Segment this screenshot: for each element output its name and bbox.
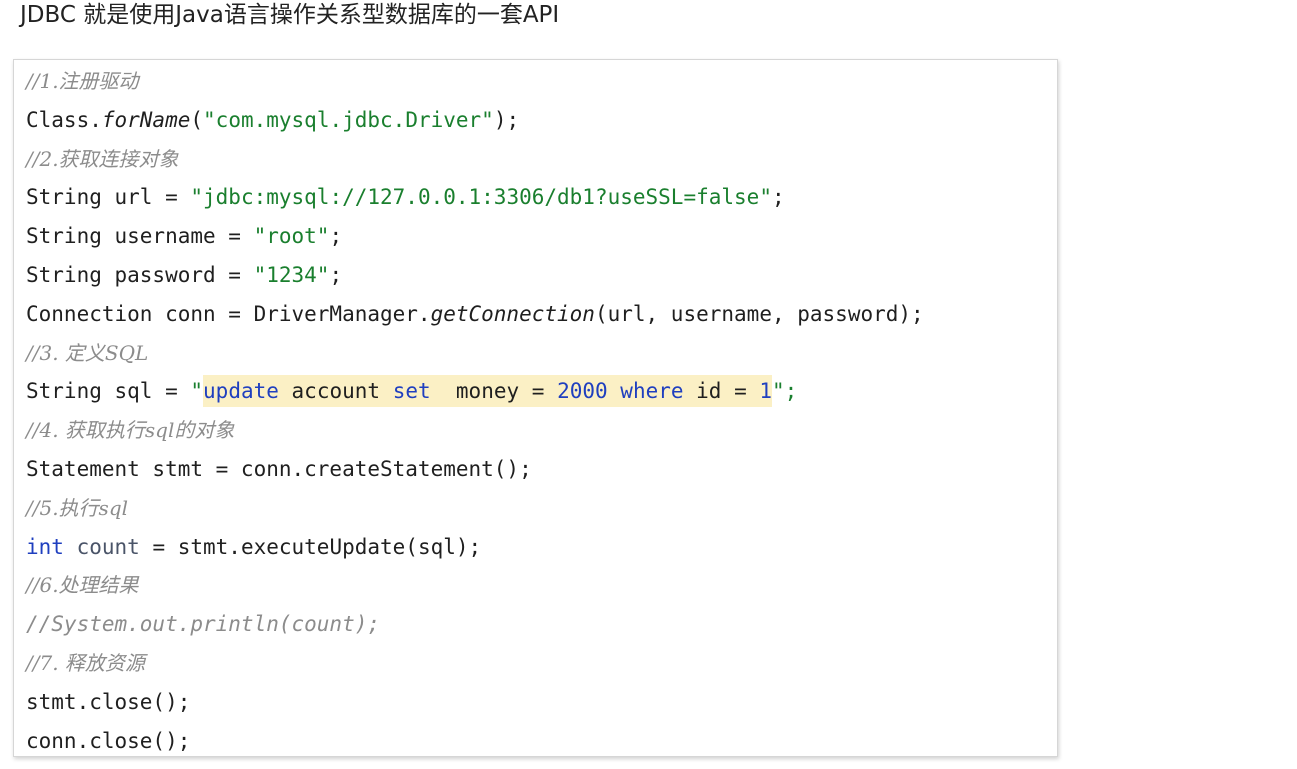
code-line-println: //System.out.println(count); (26, 605, 1057, 644)
code-line-comment-3: //3. 定义SQL (26, 334, 1057, 373)
code-line-username: String username = "root"; (26, 217, 1057, 256)
comment-register-driver: //1.注册驱动 (26, 69, 139, 93)
class-prefix: Class. (26, 107, 102, 132)
sql-money: money = (430, 379, 558, 404)
code-line-comment-1: //1.注册驱动 (26, 62, 1057, 101)
code-line-url: String url = "jdbc:mysql://127.0.0.1:330… (26, 178, 1057, 217)
code-lines: //1.注册驱动 Class.forName("com.mysql.jdbc.D… (26, 62, 1057, 756)
sql-account: account (278, 379, 393, 404)
code-line-comment-7: //7. 释放资源 (26, 644, 1057, 683)
stmt-close: stmt.close(); (26, 689, 191, 714)
code-line-comment-2: //2.获取连接对象 (26, 140, 1057, 179)
code-block: //1.注册驱动 Class.forName("com.mysql.jdbc.D… (13, 59, 1058, 757)
connection-args: (url, username, password); (594, 301, 924, 326)
execute-update-call: = stmt.executeUpdate(sql); (139, 534, 482, 559)
username-string: "root" (253, 224, 330, 249)
sql-update-keyword: update (203, 379, 279, 404)
sql-space (608, 379, 621, 403)
comment-get-statement: //4. 获取执行sql的对象 (26, 418, 235, 443)
code-line-connection: Connection conn = DriverManager.getConne… (26, 295, 1057, 334)
sql-declaration: String sql = (26, 379, 191, 404)
url-declaration: String url = (26, 185, 191, 210)
code-line-comment-4: //4. 获取执行sql的对象 (26, 411, 1057, 450)
statement-line: Statement stmt = conn.createStatement(); (26, 456, 532, 481)
sql-open-quote: " (190, 379, 204, 404)
comment-get-connection: //2.获取连接对象 (26, 146, 179, 171)
code-line-conn-close: conn.close(); (26, 722, 1057, 756)
sql-1-number: 1 (759, 379, 773, 404)
println-comment: //System.out.println(count); (26, 612, 381, 637)
code-line-stmt-close: stmt.close(); (26, 683, 1057, 722)
sql-where-keyword: where (620, 379, 684, 404)
sql-set-keyword: set (392, 379, 431, 404)
code-line-forname: Class.forName("com.mysql.jdbc.Driver"); (26, 101, 1057, 140)
connection-declaration: Connection conn = DriverManager. (26, 301, 431, 326)
driver-string: "com.mysql.jdbc.Driver" (203, 107, 494, 132)
conn-close: conn.close(); (26, 728, 191, 753)
getconnection-method: getConnection (430, 301, 595, 326)
count-variable: count (63, 534, 140, 559)
semicolon: ; (329, 224, 343, 249)
username-declaration: String username = (26, 224, 254, 249)
comment-execute-sql: //5.执行sql (26, 495, 129, 520)
code-line-execute: int count = stmt.executeUpdate(sql); (26, 528, 1057, 567)
password-declaration: String password = (26, 262, 254, 287)
sql-highlight: update account set money = 2000 where id… (203, 375, 773, 408)
code-line-comment-6: //6.处理结果 (26, 566, 1057, 605)
password-string: "1234" (253, 262, 330, 287)
forname-method: forName (101, 107, 191, 132)
comment-handle-result: //6.处理结果 (26, 573, 139, 598)
sql-2000-number: 2000 (557, 379, 608, 404)
slide-title: JDBC 就是使用Java语言操作关系型数据库的一套API (20, 2, 560, 28)
sql-id: id = (683, 379, 760, 404)
sql-close-quote: "; (772, 379, 798, 404)
code-line-sql: String sql = "update account set money =… (26, 372, 1057, 411)
comment-release-resources: //7. 释放资源 (26, 650, 145, 675)
code-line-password: String password = "1234"; (26, 256, 1057, 295)
semicolon: ; (329, 262, 343, 287)
code-line-comment-5: //5.执行sql (26, 489, 1057, 528)
code-line-statement: Statement stmt = conn.createStatement(); (26, 450, 1057, 489)
url-string: "jdbc:mysql://127.0.0.1:3306/db1?useSSL=… (190, 185, 772, 210)
close-paren-semicolon: ); (493, 107, 520, 132)
open-paren: ( (190, 107, 204, 132)
int-keyword: int (26, 534, 64, 559)
semicolon: ; (771, 185, 785, 210)
comment-define-sql: //3. 定义SQL (26, 340, 149, 365)
